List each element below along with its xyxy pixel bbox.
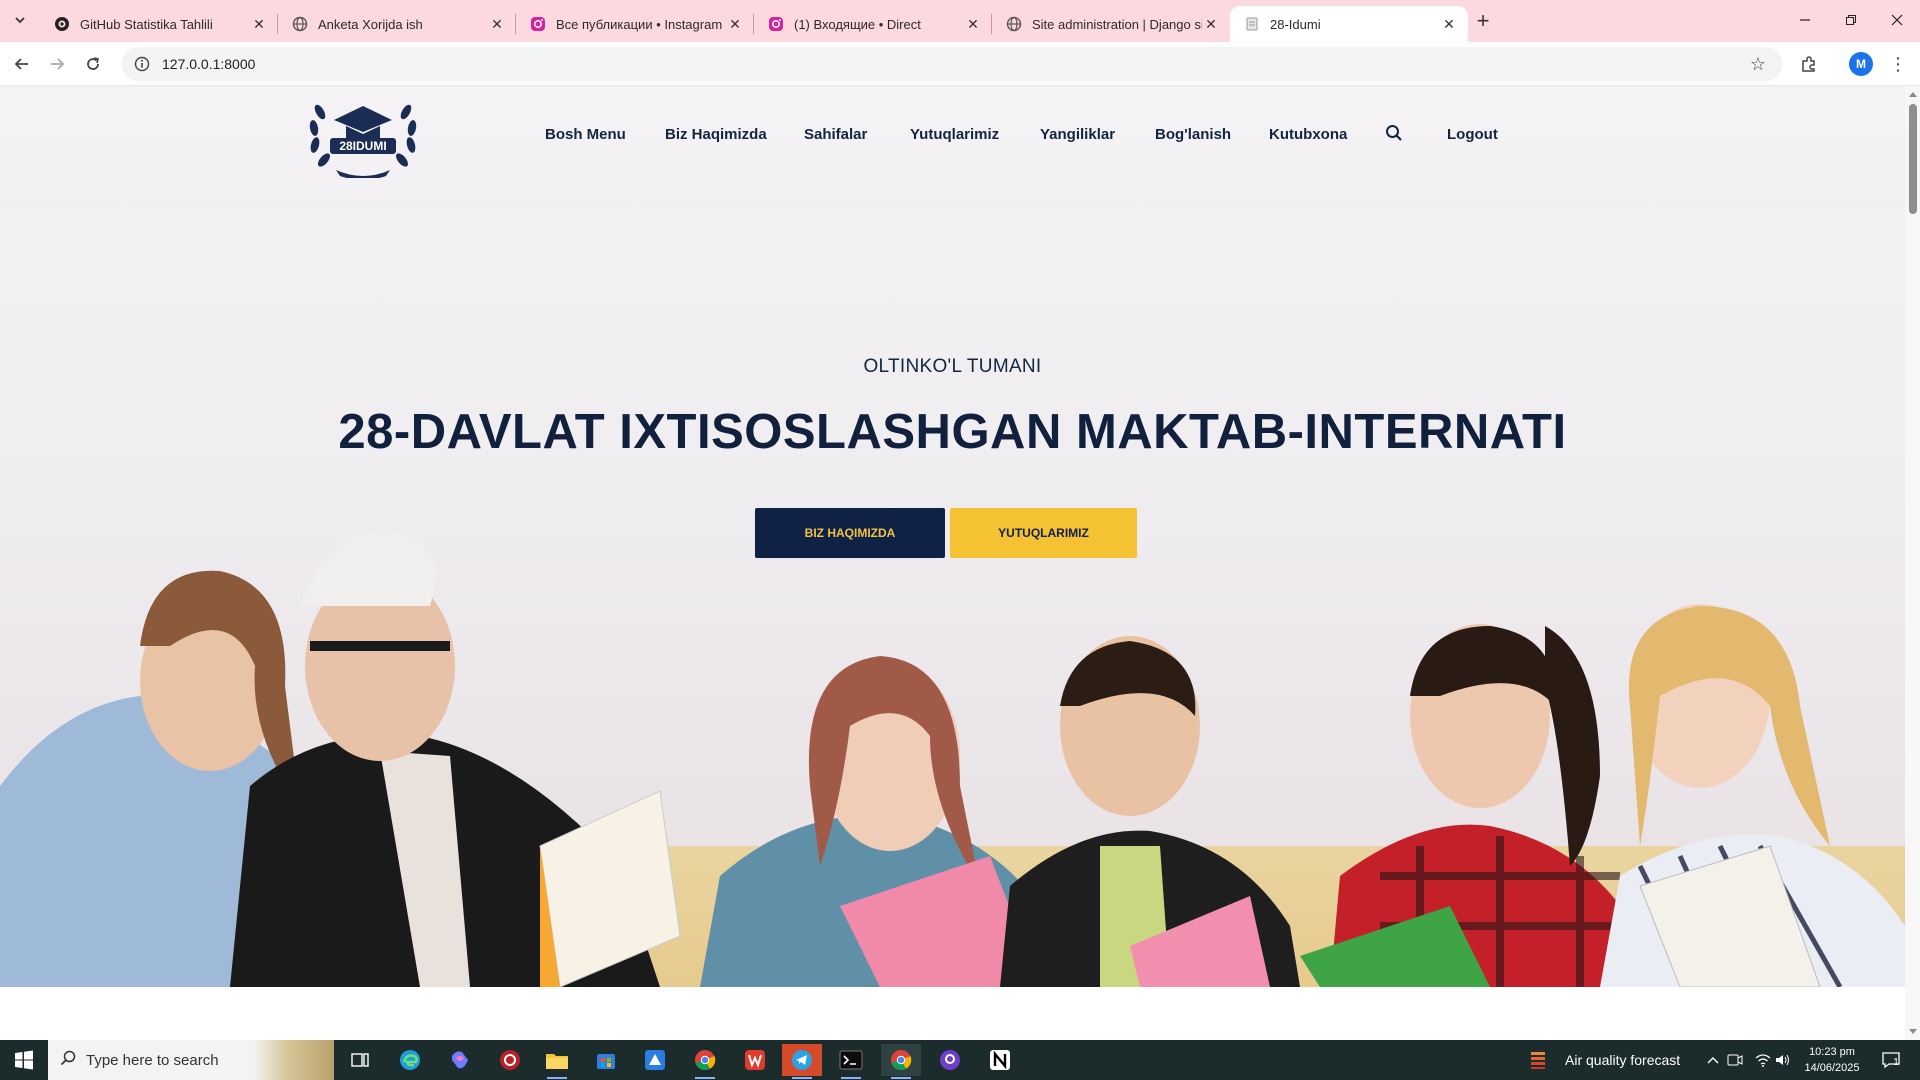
nav-boglanish[interactable]: Bog'lanish: [1155, 126, 1231, 146]
tab-title: Anketa Xorijda ish: [318, 16, 423, 32]
taskbar-search-placeholder: Type here to search: [86, 1051, 219, 1069]
tab-title: Site administration | Django site: [1032, 16, 1202, 32]
site-info-icon[interactable]: [132, 54, 152, 74]
scroll-down-icon[interactable]: [1909, 1029, 1917, 1034]
close-tab-icon[interactable]: ✕: [1440, 15, 1458, 33]
weather-text[interactable]: Air quality forecast: [1565, 1040, 1680, 1080]
tab-title: Все публикации • Instagram: [556, 16, 723, 32]
bookmark-star-icon[interactable]: ☆: [1745, 51, 1771, 77]
windows-taskbar: Type here to search Air quality forecast…: [0, 1040, 1920, 1080]
wifi-icon[interactable]: [1752, 1044, 1774, 1076]
close-tab-icon[interactable]: ✕: [250, 15, 268, 33]
achievements-button[interactable]: YUTUQLARIMIZ: [950, 508, 1137, 558]
nav-sahifalar[interactable]: Sahifalar: [804, 126, 867, 146]
tab-title: 28-Idumi: [1270, 16, 1321, 32]
edge-icon[interactable]: [390, 1044, 430, 1076]
tab-search-chevron-icon[interactable]: [8, 8, 32, 32]
copilot-icon[interactable]: [440, 1044, 480, 1076]
tab-instagram-direct[interactable]: (1) Входящие • Direct ✕: [754, 6, 992, 42]
app-blue-icon[interactable]: [635, 1044, 675, 1076]
logout-link[interactable]: Logout: [1447, 126, 1498, 146]
browser-tab-strip: GitHub Statistika Tahlili ✕ Anketa Xorij…: [0, 0, 1920, 42]
nav-yangiliklar[interactable]: Yangiliklar: [1040, 126, 1115, 146]
forward-arrow-icon[interactable]: [43, 50, 71, 78]
site-logo[interactable]: 28IDUMI: [306, 92, 420, 180]
microsoft-store-icon[interactable]: [586, 1044, 626, 1076]
tab-28-idumi[interactable]: 28-Idumi ✕: [1230, 6, 1468, 42]
notifications-icon[interactable]: 1: [1870, 1044, 1910, 1076]
minimize-icon[interactable]: [1782, 6, 1828, 34]
close-window-icon[interactable]: [1874, 6, 1920, 34]
windows-start-icon[interactable]: [0, 1040, 48, 1080]
about-us-button[interactable]: BIZ HAQIMIZDA: [755, 508, 945, 558]
clock-date: 14/06/2025: [1804, 1062, 1860, 1074]
hero-subtitle: OLTINKO'L TUMANI: [863, 356, 1042, 377]
tab-title: GitHub Statistika Tahlili: [80, 16, 213, 32]
notification-count: 1: [1893, 1056, 1899, 1068]
search-icon[interactable]: [1385, 124, 1405, 144]
globe-icon: [292, 16, 308, 32]
tab-anketa[interactable]: Anketa Xorijda ish ✕: [278, 6, 516, 42]
tab-django-admin[interactable]: Site administration | Django site ✕: [992, 6, 1230, 42]
page-icon: [1244, 16, 1260, 32]
hero-title: 28-DAVLAT IXTISOSLASHGAN MAKTAB-INTERNAT…: [338, 405, 1567, 459]
close-tab-icon[interactable]: ✕: [726, 15, 744, 33]
new-tab-plus-icon[interactable]: +: [1470, 8, 1496, 34]
telegram-icon[interactable]: [782, 1044, 822, 1079]
terminal-icon[interactable]: [831, 1044, 871, 1079]
instagram-icon: [768, 16, 784, 32]
taskbar-search[interactable]: Type here to search: [48, 1040, 334, 1080]
search-icon: [60, 1050, 76, 1071]
app-red-icon[interactable]: [490, 1044, 530, 1076]
chrome-profile-icon[interactable]: [881, 1044, 921, 1079]
page-scrollbar[interactable]: [1905, 86, 1920, 1040]
browser-menu-icon[interactable]: ⋮: [1886, 51, 1910, 77]
notion-icon[interactable]: [980, 1044, 1020, 1076]
volume-icon[interactable]: [1772, 1044, 1794, 1076]
nav-bosh-menu[interactable]: Bosh Menu: [545, 126, 626, 146]
url-text: 127.0.0.1:8000: [162, 56, 256, 72]
wps-office-icon[interactable]: [735, 1044, 775, 1076]
below-hero-section: [0, 987, 1905, 1040]
instagram-icon: [530, 16, 546, 32]
weather-icon[interactable]: [1526, 1044, 1550, 1076]
tab-github-statistika[interactable]: GitHub Statistika Tahlili ✕: [40, 6, 278, 42]
address-bar[interactable]: 127.0.0.1:8000: [122, 47, 1782, 81]
logo-text: 28IDUMI: [339, 139, 386, 153]
nav-biz-haqimizda[interactable]: Biz Haqimizda: [665, 126, 767, 146]
profile-avatar[interactable]: M: [1849, 52, 1873, 76]
scroll-up-icon[interactable]: [1909, 92, 1917, 97]
globe-icon: [1006, 16, 1022, 32]
search-highlight-image: [254, 1040, 334, 1080]
extensions-puzzle-icon[interactable]: [1796, 51, 1822, 77]
task-view-icon[interactable]: [340, 1044, 380, 1076]
github-icon: [54, 16, 70, 32]
close-tab-icon[interactable]: ✕: [964, 15, 982, 33]
nav-kutubxona[interactable]: Kutubxona: [1269, 126, 1347, 146]
page-viewport: AM: [0, 86, 1905, 1040]
taskbar-clock[interactable]: 10:23 pm 14/06/2025: [1797, 1044, 1867, 1076]
tab-instagram-posts[interactable]: Все публикации • Instagram ✕: [516, 6, 754, 42]
github-desktop-icon[interactable]: [930, 1044, 970, 1076]
file-explorer-icon[interactable]: [537, 1044, 577, 1079]
close-tab-icon[interactable]: ✕: [488, 15, 506, 33]
browser-toolbar: 127.0.0.1:8000 ☆ M ⋮: [0, 42, 1920, 86]
close-tab-icon[interactable]: ✕: [1202, 15, 1220, 33]
reload-icon[interactable]: [79, 50, 107, 78]
chrome-icon[interactable]: [685, 1044, 725, 1079]
scrollbar-thumb[interactable]: [1909, 104, 1917, 214]
tab-title: (1) Входящие • Direct: [794, 16, 921, 32]
clock-time: 10:23 pm: [1809, 1046, 1855, 1058]
meet-now-icon[interactable]: [1724, 1044, 1746, 1076]
back-arrow-icon[interactable]: [8, 50, 36, 78]
nav-yutuqlarimiz[interactable]: Yutuqlarimiz: [910, 126, 999, 146]
restore-icon[interactable]: [1828, 6, 1874, 34]
show-hidden-icons-chevron-icon[interactable]: [1700, 1044, 1726, 1076]
